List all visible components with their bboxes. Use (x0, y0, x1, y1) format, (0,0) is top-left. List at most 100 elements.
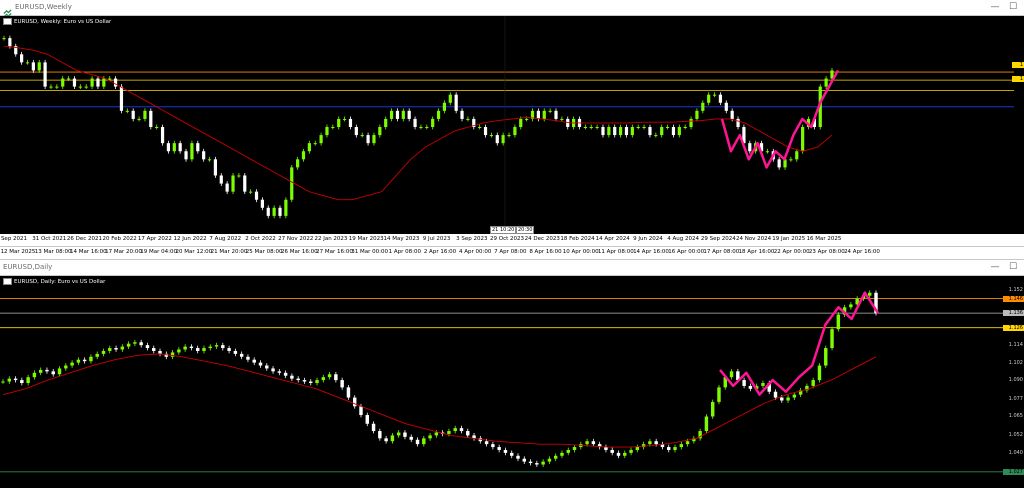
weekly-date-axis: Sep 2021 31 Oct 2021 26 Dec 2021 20 Feb 202… (0, 234, 1024, 247)
candle (786, 395, 790, 403)
candle (319, 132, 323, 146)
candle (761, 380, 765, 389)
candle (604, 444, 608, 453)
candle (96, 76, 100, 90)
date-axis-label: Sep 2021 (0, 236, 28, 242)
candle (315, 377, 319, 386)
daily-chart-area[interactable]: EURUSD, Daily: Euro vs US Dollar 1.152 1.… (0, 276, 1024, 488)
moving-average-line (3, 45, 833, 201)
candle (342, 116, 347, 122)
candle (425, 124, 429, 130)
candle (495, 132, 499, 146)
daily-price-axis-label: 1.065 (1008, 413, 1023, 420)
candle (14, 43, 18, 57)
date-axis-label: 11 Apr 08:00 (597, 249, 634, 255)
candle (120, 344, 125, 352)
date-axis-label: 25 Mar 08:00 (245, 249, 283, 255)
weekly-maximize-button[interactable]: ☐ (1004, 0, 1022, 15)
candle (252, 357, 256, 365)
candle (114, 345, 118, 352)
date-axis-label: 19 Mar 2023 (348, 236, 384, 242)
date-axis-label: 18 Feb 2024 (560, 236, 595, 242)
daily-price-axis-label: 1.136 (1003, 310, 1024, 317)
candle (38, 367, 43, 376)
date-axis-label: 29 Oct 2023 (490, 236, 525, 242)
weekly-minimize-button[interactable]: — (986, 0, 1004, 15)
candle (195, 345, 200, 354)
candle (7, 376, 11, 384)
candle (817, 363, 822, 383)
candle (260, 197, 264, 211)
zigzag-overlay-line[interactable] (719, 291, 880, 396)
candle (390, 433, 395, 444)
candle (583, 124, 587, 130)
candle (849, 302, 853, 310)
candle (246, 354, 250, 363)
candle (442, 100, 447, 114)
weekly-chart-area[interactable]: EURUSD, Weekly: Euro vs US Dollar 1 1 21… (0, 16, 1024, 234)
date-axis-label: 8 Apr 16:00 (529, 249, 562, 255)
candle (70, 360, 74, 368)
date-axis-label: 10 Apr 00:00 (562, 249, 599, 255)
candle (227, 345, 231, 354)
candle (57, 366, 62, 377)
candle (472, 116, 476, 130)
weekly-window-titlebar[interactable]: EURUSD,Weekly — ☐ (0, 0, 1024, 18)
candle (698, 428, 702, 441)
candle (607, 124, 611, 138)
candle (436, 108, 441, 122)
candle (25, 59, 30, 65)
candle (178, 140, 182, 154)
candle (37, 59, 41, 73)
candle (665, 124, 670, 130)
date-axis-label: 27 Mar 16:00 (316, 249, 353, 255)
candle (610, 447, 614, 456)
candle (49, 84, 53, 90)
candle (566, 447, 570, 456)
date-axis-label: 2 Apr 16:00 (423, 249, 457, 255)
candle (13, 376, 18, 383)
date-axis-label: 17 Apr 08:00 (703, 249, 740, 255)
daily-price-axis-label: 1.090 (1008, 377, 1023, 384)
candle (284, 197, 288, 219)
candle (671, 124, 676, 138)
candle (830, 326, 834, 351)
candle (589, 124, 593, 130)
weekly-price-label-1: 1 (1012, 62, 1024, 68)
candle (334, 371, 338, 383)
candle (748, 140, 752, 154)
candle (572, 444, 577, 453)
candle (20, 51, 24, 65)
candle (301, 148, 306, 162)
candle (507, 132, 511, 138)
candle (43, 59, 47, 90)
candle (415, 437, 420, 447)
candle (32, 370, 37, 380)
candle (403, 430, 407, 440)
candle (170, 350, 175, 360)
candle (378, 428, 382, 441)
candle (90, 76, 94, 90)
candle (805, 383, 809, 393)
candle (378, 124, 382, 138)
candle (824, 76, 828, 90)
candle (448, 92, 452, 106)
candle (271, 366, 275, 374)
daily-price-axis-label: 1.152 (1008, 286, 1023, 293)
candle (131, 108, 135, 122)
candle (51, 368, 55, 377)
date-axis-label: 17 Mar 20:00 (105, 249, 142, 255)
date-axis-label: 16 Mar 2025 (806, 236, 842, 242)
candle (409, 434, 413, 443)
daily-minimize-button[interactable]: — (986, 260, 1004, 275)
date-axis-label: 20 Mar 12:00 (175, 249, 213, 255)
candle (78, 84, 82, 90)
candle (313, 140, 317, 146)
candle (616, 450, 621, 459)
candle (296, 376, 300, 383)
candle (677, 124, 681, 138)
candle (795, 148, 799, 162)
date-axis-label: 23 Apr 08:00 (808, 249, 845, 255)
daily-window-titlebar[interactable]: EURUSD,Daily — ☐ (0, 260, 1024, 276)
daily-maximize-button[interactable]: ☐ (1004, 260, 1022, 275)
